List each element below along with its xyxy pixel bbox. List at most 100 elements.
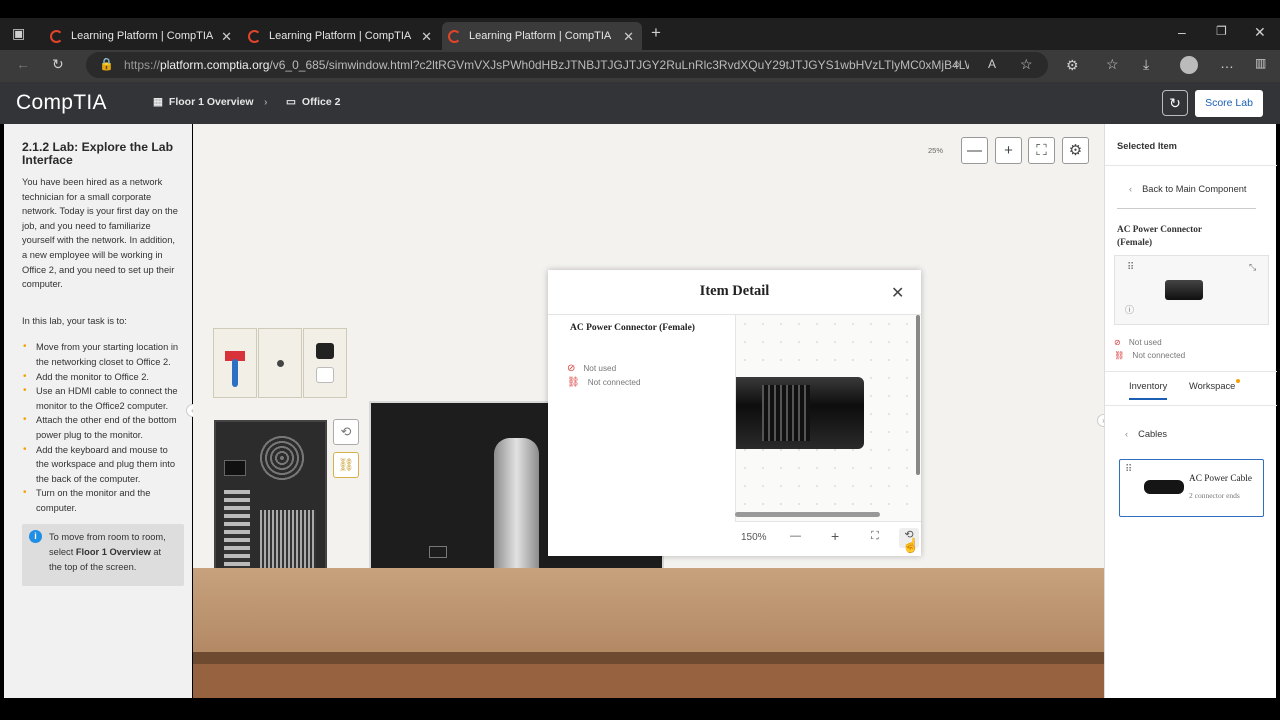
back-divider [1117, 208, 1256, 209]
outlet-plug-icon [316, 343, 334, 359]
power-outlet[interactable] [303, 328, 347, 398]
selected-item-name: AC Power Connector (Female) [1117, 225, 1202, 248]
browser-tab-3[interactable]: Learning Platform | CompTIA ✕ [442, 22, 642, 50]
zoom-in-button[interactable]: + [995, 137, 1022, 164]
breadcrumb-office2[interactable]: ▭ Office 2 [286, 96, 340, 108]
profile-avatar-icon[interactable] [1180, 56, 1198, 74]
back-to-main-link[interactable]: ‹ Back to Main Component [1129, 184, 1247, 194]
url-field[interactable]: 🔒 https://platform.comptia.org/v6_0_685/… [86, 52, 1048, 78]
drag-handle-icon[interactable]: ⠿ [1125, 464, 1132, 475]
favorites-icon[interactable]: ☆ [1106, 56, 1119, 73]
comptia-favicon-icon [448, 29, 461, 43]
inventory-item-ac-power-cable[interactable]: ⠿ AC Power Cable 2 connector ends [1119, 459, 1264, 517]
category-back-link[interactable]: ‹ Cables [1125, 429, 1167, 439]
browser-tab-bar: ▣ Learning Platform | CompTIA ✕ Learning… [0, 18, 1280, 50]
horizontal-scrollbar[interactable] [735, 512, 880, 517]
url-path: /v6_0_685/simwindow.html?c2ltRGVmVXJsPWh… [269, 58, 970, 72]
rotate-view-button[interactable]: ⟲ [333, 419, 359, 445]
tabs-divider [1105, 405, 1277, 406]
task-item: Attach the other end of the bottom power… [22, 413, 182, 442]
network-cable-icon [232, 359, 238, 387]
category-label: Cables [1138, 429, 1168, 439]
back-arrow-icon[interactable]: ← [16, 56, 30, 72]
preview-zoom-level: 150% [741, 532, 767, 543]
extensions-icon[interactable]: ⚙ [1066, 57, 1079, 74]
more-menu-icon[interactable]: … [1220, 55, 1234, 71]
instructions-panel: 2.1.2 Lab: Explore the Lab Interface You… [4, 124, 192, 698]
connector-thumbnail [1165, 280, 1203, 300]
tip-bold: Floor 1 Overview [75, 547, 151, 558]
preview-zoom-bar: 150% — + ⛶ ⟲ [735, 521, 921, 556]
restore-icon[interactable]: ❐ [1216, 24, 1227, 38]
task-list: Move from your starting location in the … [22, 340, 182, 515]
sidebar-toggle-icon[interactable]: ▥ [1255, 56, 1266, 70]
browser-tab-1[interactable]: Learning Platform | CompTIA ✕ [44, 22, 240, 50]
workspace-zoom-level: 25% [928, 146, 944, 155]
preview-zoom-in-icon[interactable]: + [831, 528, 839, 544]
close-icon[interactable]: ✕ [891, 283, 904, 303]
browser-tab-2[interactable]: Learning Platform | CompTIA ✕ [244, 22, 440, 50]
tab-title: Learning Platform | CompTIA [269, 30, 412, 42]
cable-detail: 2 connector ends [1189, 491, 1240, 500]
item-detail-dialog: Item Detail ✕ AC Power Connector (Female… [548, 270, 921, 556]
not-connected-icon: ⛓ [1114, 351, 1125, 360]
close-tab-icon[interactable]: ✕ [623, 29, 634, 45]
breadcrumb-floor1[interactable]: ▦ Floor 1 Overview [153, 96, 254, 108]
lock-icon: 🔒 [99, 57, 114, 71]
connections-button[interactable]: ⛓ [333, 452, 359, 478]
reset-lab-button[interactable]: ↻ [1162, 90, 1188, 116]
read-aloud-icon[interactable]: A [988, 57, 996, 71]
desk-edge [193, 652, 1104, 664]
ac-cable-thumbnail [1144, 480, 1184, 494]
new-tab-icon[interactable]: + [651, 23, 661, 43]
unlinked-icon: ⛓ [337, 457, 355, 472]
preview-fullscreen-icon[interactable]: ⛶ [871, 530, 879, 543]
drag-handle-icon[interactable]: ⠿ [1127, 262, 1134, 273]
status-text: Not connected [1132, 351, 1186, 360]
zoom-icon[interactable]: ⌕ [954, 57, 961, 72]
downloads-icon[interactable]: ⤓ [1143, 56, 1149, 73]
item-preview[interactable] [735, 315, 921, 521]
minimize-icon[interactable]: – [1178, 24, 1186, 40]
selected-item-panel: Selected Item ‹ Back to Main Component A… [1104, 124, 1277, 698]
lab-title: 2.1.2 Lab: Explore the Lab Interface [22, 140, 174, 167]
tab-inventory[interactable]: Inventory [1129, 381, 1168, 400]
chevron-left-icon: ‹ [1125, 429, 1129, 439]
not-connected-icon: ⛓ [567, 377, 580, 388]
score-lab-button[interactable]: Score Lab [1195, 90, 1263, 117]
tab-workspace[interactable]: Workspace [1189, 379, 1241, 391]
vertical-scrollbar[interactable] [916, 315, 920, 475]
network-wall-plate[interactable] [213, 328, 257, 398]
close-tab-icon[interactable]: ✕ [221, 29, 232, 45]
fullscreen-button[interactable]: ⛶ [1028, 137, 1055, 164]
info-icon[interactable]: ⓘ [1125, 303, 1134, 316]
reload-icon[interactable]: ↻ [52, 56, 64, 73]
comptia-favicon-icon [50, 29, 63, 43]
mouse-pointer-icon: ☝ [902, 537, 920, 553]
minimize-view-icon[interactable]: ⤡ [1249, 262, 1256, 273]
settings-button[interactable]: ⚙ [1062, 137, 1089, 164]
breadcrumb-label: Office 2 [301, 96, 341, 108]
tip-box: i To move from room to room, select Floo… [22, 524, 184, 587]
lab-intro: You have been hired as a network technic… [22, 177, 178, 290]
close-tab-icon[interactable]: ✕ [421, 29, 432, 45]
chevron-right-icon: › [264, 96, 268, 108]
selected-item-thumbnail[interactable]: ⠿ ⤡ ⓘ [1114, 255, 1269, 325]
item-name: AC Power Connector (Female) [570, 323, 695, 333]
task-item: Move from your starting location in the … [22, 340, 182, 369]
task-item: Add the monitor to Office 2. [22, 370, 182, 385]
desk-front [193, 664, 1104, 698]
url-domain: platform.comptia.org [160, 58, 270, 72]
coax-wall-plate[interactable] [258, 328, 302, 398]
window-close-icon[interactable]: ✕ [1254, 24, 1266, 41]
url-prefix: https:// [124, 58, 161, 72]
power-port[interactable] [224, 460, 246, 476]
screen: ▣ Learning Platform | CompTIA ✕ Learning… [0, 0, 1280, 720]
favorite-star-icon[interactable]: ☆ [1020, 56, 1033, 73]
comptia-favicon-icon [248, 29, 261, 43]
monitor-power-port[interactable] [429, 546, 447, 558]
tab-actions-icon[interactable]: ▣ [12, 25, 25, 42]
comptia-logo: CompTIA [16, 91, 107, 114]
preview-zoom-out-icon[interactable]: — [790, 530, 801, 542]
zoom-out-button[interactable]: — [961, 137, 988, 164]
